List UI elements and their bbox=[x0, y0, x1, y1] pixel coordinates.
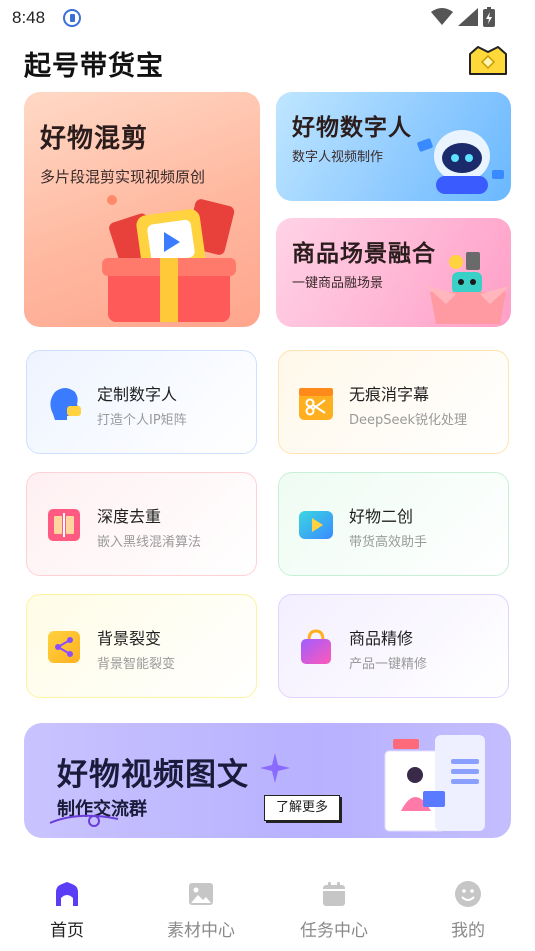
signal-icon bbox=[458, 8, 478, 26]
tool-subtitle: 背景智能裂变 bbox=[97, 657, 176, 672]
nav-profile[interactable]: 我的 bbox=[418, 880, 518, 941]
tool-card-remove-subtitles[interactable]: 无痕消字幕 DeepSeek锐化处理 bbox=[278, 350, 509, 454]
learn-more-button[interactable]: 了解更多 bbox=[264, 795, 340, 821]
tool-subtitle: 产品一键精修 bbox=[349, 657, 428, 672]
gift-box-icon bbox=[102, 195, 236, 322]
hero-card-scene-fusion[interactable]: 商品场景融合 一键商品融场景 bbox=[276, 218, 511, 327]
split-columns-icon bbox=[48, 509, 80, 541]
swoosh-decoration bbox=[49, 814, 119, 827]
tool-card-background-fission[interactable]: 背景裂变 背景智能裂变 bbox=[26, 594, 257, 698]
smiley-icon bbox=[455, 881, 481, 907]
hero-scene-title: 商品场景融合 bbox=[292, 241, 436, 267]
tool-title: 深度去重 bbox=[97, 507, 162, 526]
tool-title: 无痕消字幕 bbox=[349, 385, 430, 404]
nav-tasks[interactable]: 任务中心 bbox=[284, 880, 384, 941]
home-icon bbox=[56, 882, 78, 906]
nav-label: 任务中心 bbox=[300, 921, 368, 941]
nav-home[interactable]: 首页 bbox=[17, 880, 117, 941]
bottom-nav: 首页 素材中心 任务中心 我的 bbox=[0, 868, 535, 951]
status-indicators bbox=[431, 7, 495, 27]
hero-card-digital-human[interactable]: 好物数字人 数字人视频制作 bbox=[276, 92, 511, 201]
promo-banner[interactable]: 好物视频图文 制作交流群 了解更多 bbox=[24, 723, 511, 838]
nav-label: 素材中心 bbox=[167, 921, 235, 941]
share-icon bbox=[48, 631, 80, 663]
shopping-bag-icon bbox=[301, 629, 331, 664]
hero-digital-title: 好物数字人 bbox=[292, 115, 412, 141]
tool-title: 好物二创 bbox=[349, 507, 414, 526]
tool-card-product-recreate[interactable]: 好物二创 带货高效助手 bbox=[278, 472, 509, 576]
hero-mix-title: 好物混剪 bbox=[40, 124, 149, 154]
status-bar: 8:48 bbox=[0, 0, 535, 36]
banner-title: 好物视频图文 bbox=[57, 757, 249, 793]
play-icon bbox=[299, 511, 333, 539]
tool-subtitle: 带货高效助手 bbox=[349, 535, 428, 550]
product-box-icon bbox=[426, 252, 510, 324]
image-icon bbox=[189, 883, 213, 905]
hero-mix-subtitle: 多片段混剪实现视频原创 bbox=[40, 168, 206, 186]
tool-card-product-retouch[interactable]: 商品精修 产品一键精修 bbox=[278, 594, 509, 698]
vip-crown-icon[interactable] bbox=[468, 44, 508, 76]
tool-title: 商品精修 bbox=[349, 629, 414, 648]
calendar-icon bbox=[323, 882, 345, 906]
hero-scene-subtitle: 一键商品融场景 bbox=[292, 276, 384, 291]
robot-icon bbox=[417, 130, 504, 194]
tool-subtitle: 嵌入黑线混淆算法 bbox=[97, 535, 202, 550]
status-time: 8:48 bbox=[12, 8, 46, 27]
nav-label: 首页 bbox=[50, 921, 84, 941]
tool-subtitle: DeepSeek锐化处理 bbox=[349, 413, 468, 428]
app-title: 起号带货宝 bbox=[24, 51, 164, 82]
avatar-head-icon bbox=[50, 388, 81, 420]
phone-illustration bbox=[384, 735, 485, 832]
tool-card-custom-digital-human[interactable]: 定制数字人 打造个人IP矩阵 bbox=[26, 350, 257, 454]
hero-digital-subtitle: 数字人视频制作 bbox=[292, 150, 384, 165]
sparkle-icon bbox=[260, 753, 290, 783]
tool-title: 背景裂变 bbox=[97, 629, 162, 648]
wifi-icon bbox=[431, 8, 453, 25]
hero-card-mix-cut[interactable]: 好物混剪 多片段混剪实现视频原创 bbox=[24, 92, 260, 327]
nav-materials[interactable]: 素材中心 bbox=[151, 880, 251, 941]
tool-card-deep-dedupe[interactable]: 深度去重 嵌入黑线混淆算法 bbox=[26, 472, 257, 576]
scissors-clapper-icon bbox=[299, 388, 333, 420]
nav-label: 我的 bbox=[451, 921, 485, 941]
tool-subtitle: 打造个人IP矩阵 bbox=[97, 413, 187, 428]
battery-icon bbox=[483, 7, 495, 27]
shield-notification-icon bbox=[63, 9, 81, 27]
tool-title: 定制数字人 bbox=[97, 385, 178, 404]
